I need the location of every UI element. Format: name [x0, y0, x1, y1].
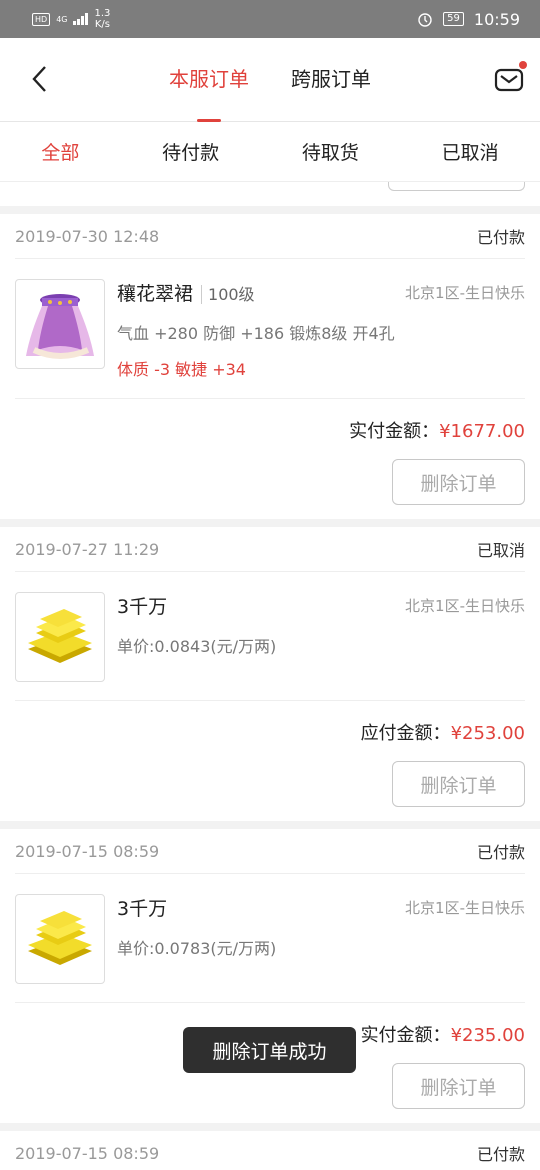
- alarm-icon: [418, 13, 432, 27]
- top-bar: 本服订单 跨服订单: [0, 38, 540, 122]
- filter-pending-pickup[interactable]: 待取货: [302, 138, 359, 165]
- filter-cancelled[interactable]: 已取消: [442, 138, 499, 165]
- server-name: 北京1区-生日快乐: [405, 597, 525, 615]
- order-total: 应付金额：¥253.00: [360, 723, 525, 744]
- mail-icon: [494, 68, 524, 92]
- item-thumbnail: [15, 894, 105, 984]
- order-list[interactable]: 2019-07-30 12:48 已付款 穰花翠裙 100级 北京1区-生日快乐: [0, 182, 540, 1170]
- hd-indicator: HD: [32, 12, 51, 26]
- order-card: 2019-07-15 08:59 已付款: [0, 1131, 540, 1170]
- gold-bars-icon: [28, 609, 92, 663]
- unit-price: 单价:0.0843(元/万两): [117, 637, 277, 656]
- total-amount: ¥253.00: [450, 723, 525, 744]
- item-name: 穰花翠裙: [117, 283, 194, 305]
- order-card: 2019-07-30 12:48 已付款 穰花翠裙 100级 北京1区-生日快乐: [0, 214, 540, 519]
- item-name: 3千万: [117, 596, 168, 618]
- item-thumbnail: [15, 279, 105, 369]
- network-type: 4G: [56, 14, 68, 24]
- gold-bars-icon: [28, 911, 92, 965]
- back-icon[interactable]: [30, 64, 50, 94]
- item-attributes-special: 体质 -3 敏捷 +34: [117, 360, 246, 379]
- signal-icon: [73, 13, 89, 25]
- order-card: 2019-07-27 11:29 已取消 3千万 北京1区-生日快乐 单价:0.…: [0, 527, 540, 821]
- item-thumbnail: [15, 592, 105, 682]
- unread-dot: [519, 61, 527, 69]
- item-name: 3千万: [117, 898, 168, 920]
- server-name: 北京1区-生日快乐: [405, 284, 525, 302]
- order-date: 2019-07-27 11:29: [15, 539, 160, 559]
- order-status: 已付款: [476, 1145, 525, 1164]
- order-total: 实付金额：¥1677.00: [349, 421, 525, 442]
- filter-all[interactable]: 全部: [41, 138, 79, 165]
- order-date: 2019-07-15 08:59: [15, 841, 160, 861]
- item-attributes: 气血 +280 防御 +186 锻炼8级 开4孔: [117, 324, 395, 343]
- tab-cross-server-orders[interactable]: 跨服订单: [291, 63, 371, 96]
- total-amount: ¥1677.00: [439, 421, 525, 442]
- item-level: 100级: [201, 285, 255, 304]
- order-card: 2019-07-15 08:59 已付款 3千万 北京1区-生日快乐 单价:0.…: [0, 829, 540, 1123]
- previous-card-tail: [0, 182, 540, 206]
- network-speed: 1.3 K/s: [94, 8, 111, 30]
- delete-button-partial[interactable]: [388, 182, 525, 191]
- unit-price: 单价:0.0783(元/万两): [117, 939, 277, 958]
- total-amount: ¥235.00: [450, 1025, 525, 1046]
- delete-order-button[interactable]: 删除订单: [392, 761, 525, 807]
- server-name: 北京1区-生日快乐: [405, 899, 525, 917]
- message-button[interactable]: [494, 61, 527, 95]
- order-filter-tabs: 全部 待付款 待取货 已取消: [0, 122, 540, 182]
- order-status: 已付款: [476, 843, 525, 862]
- order-item[interactable]: 3千万 北京1区-生日快乐 单价:0.0783(元/万两): [15, 874, 525, 1003]
- order-status: 已付款: [476, 228, 525, 247]
- status-bar: HD 4G 1.3 K/s 59 10:59: [0, 0, 540, 38]
- order-date: 2019-07-30 12:48: [15, 226, 160, 246]
- toast-message: 删除订单成功: [183, 1027, 356, 1073]
- order-date: 2019-07-15 08:59: [15, 1143, 160, 1163]
- tab-local-orders[interactable]: 本服订单: [169, 63, 249, 122]
- order-status: 已取消: [476, 541, 525, 560]
- delete-order-button[interactable]: 删除订单: [392, 459, 525, 505]
- order-item[interactable]: 3千万 北京1区-生日快乐 单价:0.0843(元/万两): [15, 572, 525, 701]
- order-item[interactable]: 穰花翠裙 100级 北京1区-生日快乐 气血 +280 防御 +186 锻炼8级 …: [15, 259, 525, 399]
- skirt-icon: [26, 294, 94, 359]
- delete-order-button[interactable]: 删除订单: [392, 1063, 525, 1109]
- clock: 10:59: [473, 9, 520, 29]
- filter-pending-payment[interactable]: 待付款: [162, 138, 219, 165]
- battery-icon: 59: [443, 12, 464, 26]
